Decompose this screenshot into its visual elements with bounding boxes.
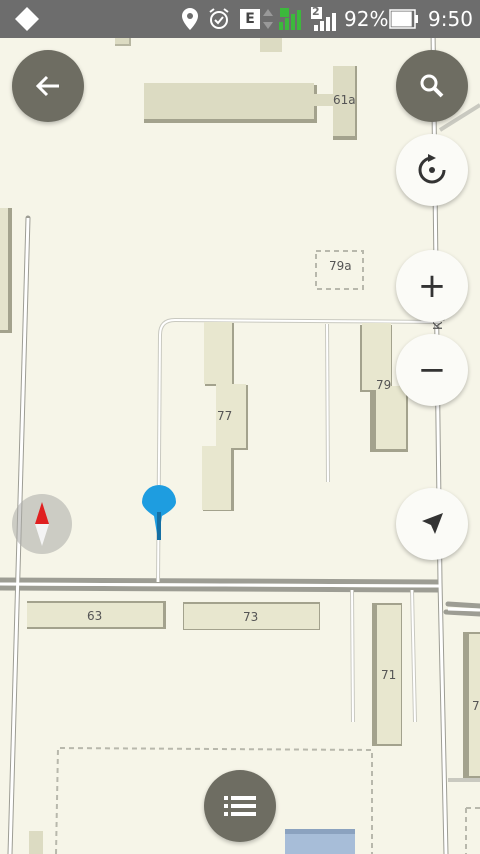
clock: 9:50 bbox=[428, 7, 473, 31]
building-label-79: 79 bbox=[376, 378, 391, 392]
search-button[interactable] bbox=[396, 50, 468, 122]
building-label-63: 63 bbox=[87, 609, 102, 623]
building-label-7: 7 bbox=[472, 699, 480, 713]
rotate-button[interactable] bbox=[396, 134, 468, 206]
data-arrows-icon bbox=[262, 0, 274, 38]
location-icon bbox=[180, 0, 200, 38]
zoom-out-label: − bbox=[417, 350, 447, 390]
rotate-icon bbox=[418, 154, 446, 184]
sim2-badge: 2 bbox=[312, 5, 320, 18]
map-canvas[interactable]: 61а 79а 77 79 63 73 71 7 Кразова bbox=[0, 0, 480, 854]
signal2-icon: 2 bbox=[310, 0, 340, 38]
back-button[interactable] bbox=[12, 50, 84, 122]
diamond-icon bbox=[14, 0, 40, 38]
compass-icon bbox=[35, 502, 49, 546]
status-bar: E 2 92% 9:50 bbox=[0, 0, 480, 38]
sim-e-icon: E bbox=[240, 0, 260, 38]
building-label-77: 77 bbox=[217, 409, 232, 423]
alarm-icon bbox=[207, 0, 231, 38]
list-menu-icon bbox=[224, 796, 256, 816]
zoom-out-button[interactable]: − bbox=[396, 334, 468, 406]
compass-button[interactable] bbox=[12, 494, 72, 554]
battery-icon bbox=[389, 0, 419, 38]
back-arrow-icon bbox=[35, 75, 59, 97]
building-label-71: 71 bbox=[381, 668, 396, 682]
locate-button[interactable] bbox=[396, 488, 468, 560]
sim-e-badge: E bbox=[240, 9, 260, 29]
navigation-arrow-icon bbox=[422, 513, 443, 534]
building-label-73: 73 bbox=[243, 610, 258, 624]
zoom-in-label: + bbox=[417, 266, 447, 306]
battery-percent: 92% bbox=[344, 7, 389, 31]
building-label-61a: 61а bbox=[333, 93, 356, 107]
menu-button[interactable] bbox=[204, 770, 276, 842]
search-icon bbox=[420, 74, 444, 98]
signal1-icon bbox=[278, 0, 306, 38]
zoom-in-button[interactable]: + bbox=[396, 250, 468, 322]
building-label-79a: 79а bbox=[329, 259, 352, 273]
